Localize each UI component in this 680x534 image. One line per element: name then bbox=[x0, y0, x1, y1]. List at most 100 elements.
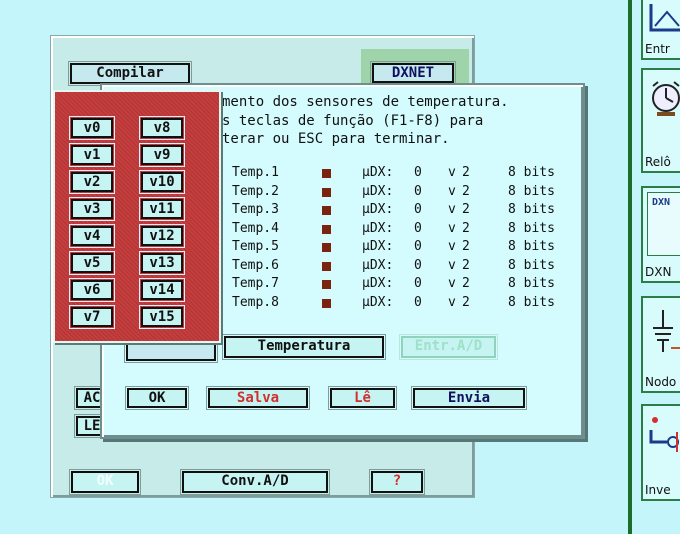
clock-icon bbox=[652, 81, 680, 116]
variable-button-v5[interactable]: v5 bbox=[69, 251, 115, 275]
sensor-name: Temp.1 bbox=[232, 165, 279, 180]
sensor-udx: µDX: bbox=[362, 183, 394, 199]
sensor-addr: 0 bbox=[414, 220, 422, 236]
palette-item-inversor[interactable]: Inve bbox=[641, 404, 680, 501]
sensor-name: Temp.3 bbox=[232, 202, 279, 217]
sensor-vnum: 2 bbox=[462, 276, 470, 291]
sensor-v: v bbox=[448, 276, 456, 291]
palette-item-entrada[interactable]: Entr bbox=[641, 0, 680, 60]
tab-entr-ad[interactable]: Entr.A/D bbox=[399, 334, 498, 360]
send-button[interactable]: Envia bbox=[411, 386, 527, 410]
variable-button-v2[interactable]: v2 bbox=[69, 170, 115, 194]
save-button[interactable]: Salva bbox=[206, 386, 310, 410]
variable-button-v12[interactable]: v12 bbox=[139, 224, 185, 248]
sensor-udx: µDX: bbox=[362, 220, 394, 236]
variable-button-v9[interactable]: v9 bbox=[139, 143, 185, 167]
variable-button-v0[interactable]: v0 bbox=[69, 116, 115, 140]
sensor-udx: µDX: bbox=[362, 294, 394, 310]
sensor-name: Temp.7 bbox=[232, 276, 279, 291]
sensor-v: v bbox=[448, 165, 456, 180]
sensor-bits: 8 bits bbox=[508, 239, 555, 254]
sensor-bits: 8 bits bbox=[508, 294, 555, 310]
variable-button-v3[interactable]: v3 bbox=[69, 197, 115, 221]
read-button[interactable]: Lê bbox=[328, 386, 397, 410]
sensor-bits: 8 bits bbox=[508, 220, 555, 236]
sensor-udx: µDX: bbox=[362, 239, 394, 254]
sensor-addr: 0 bbox=[414, 165, 422, 180]
variable-button-v4[interactable]: v4 bbox=[69, 224, 115, 248]
sensor-addr: 0 bbox=[414, 276, 422, 291]
sensor-udx: µDX: bbox=[362, 276, 394, 291]
variable-button-v1[interactable]: v1 bbox=[69, 143, 115, 167]
sensor-name: Temp.8 bbox=[232, 294, 279, 310]
sensor-name: Temp.2 bbox=[232, 183, 279, 199]
variable-button-v14[interactable]: v14 bbox=[139, 278, 185, 302]
sensor-v: v bbox=[448, 294, 456, 310]
entrada-icon bbox=[649, 4, 680, 32]
sensor-udx: µDX: bbox=[362, 165, 394, 180]
node-icon bbox=[653, 310, 680, 352]
info-line-3: terar ou ESC para terminar. bbox=[222, 131, 450, 147]
sensor-status-swatch bbox=[322, 243, 331, 252]
palette-label-inversor: Inve bbox=[645, 483, 671, 497]
variable-panel: v0 v8 v1 v9 v2 v10 v3 v11 v4 v12 v5 v13 v6 v14 v7 v15 bbox=[53, 90, 221, 343]
info-line-1: mento dos sensores de temperatura. bbox=[222, 94, 509, 110]
variable-button-v15[interactable]: v15 bbox=[139, 305, 185, 329]
sensor-addr: 0 bbox=[414, 239, 422, 254]
sensor-vnum: 2 bbox=[462, 165, 470, 180]
sensor-vnum: 2 bbox=[462, 239, 470, 254]
sensor-vnum: 2 bbox=[462, 183, 470, 199]
palette-label-relogio: Relô bbox=[645, 155, 671, 169]
palette-label-entrada: Entr bbox=[645, 42, 670, 56]
sensor-v: v bbox=[448, 239, 456, 254]
sensor-bits: 8 bits bbox=[508, 165, 555, 180]
palette-item-dxnet[interactable]: DXN DXN bbox=[641, 186, 680, 283]
info-line-2: s teclas de função (F1-F8) para bbox=[222, 113, 484, 129]
variable-button-v11[interactable]: v11 bbox=[139, 197, 185, 221]
sensor-vnum: 2 bbox=[462, 220, 470, 236]
sensor-name: Temp.4 bbox=[232, 220, 279, 236]
sensor-vnum: 2 bbox=[462, 257, 470, 273]
dxnet-icon: DXN bbox=[647, 192, 680, 256]
sensor-v: v bbox=[448, 220, 456, 236]
dxnet-button[interactable]: DXNET bbox=[370, 61, 456, 85]
variable-button-v13[interactable]: v13 bbox=[139, 251, 185, 275]
sensor-addr: 0 bbox=[414, 183, 422, 199]
sensor-status-swatch bbox=[322, 224, 331, 234]
variable-button-v8[interactable]: v8 bbox=[139, 116, 185, 140]
sensor-status-swatch bbox=[322, 187, 331, 197]
palette-item-nodo[interactable]: Nodo bbox=[641, 296, 680, 393]
sensor-status-swatch bbox=[322, 298, 331, 308]
sensor-status-swatch bbox=[322, 206, 331, 215]
sensor-name: Temp.6 bbox=[232, 257, 279, 273]
inverter-icon bbox=[649, 417, 679, 452]
variable-button-v7[interactable]: v7 bbox=[69, 305, 115, 329]
tab-temperature[interactable]: Temperatura bbox=[222, 334, 386, 360]
palette-item-relogio[interactable]: Relô bbox=[641, 68, 680, 173]
help-button[interactable]: ? bbox=[369, 469, 425, 495]
sensor-status-swatch bbox=[322, 261, 331, 271]
sensor-status-swatch bbox=[322, 169, 331, 178]
ok-button-back[interactable]: OK bbox=[69, 469, 141, 495]
sensor-addr: 0 bbox=[414, 294, 422, 310]
sensor-vnum: 2 bbox=[462, 294, 470, 310]
palette-label-nodo: Nodo bbox=[645, 375, 677, 389]
ok-button[interactable]: OK bbox=[125, 386, 189, 410]
sensor-bits: 8 bits bbox=[508, 257, 555, 273]
sensor-bits: 8 bits bbox=[508, 183, 555, 199]
conv-ad-button[interactable]: Conv.A/D bbox=[180, 469, 330, 495]
sensor-v: v bbox=[448, 183, 456, 199]
sensor-bits: 8 bits bbox=[508, 276, 555, 291]
sensor-v: v bbox=[448, 202, 456, 217]
variable-button-v10[interactable]: v10 bbox=[139, 170, 185, 194]
sensor-addr: 0 bbox=[414, 257, 422, 273]
variable-button-v6[interactable]: v6 bbox=[69, 278, 115, 302]
sensor-addr: 0 bbox=[414, 202, 422, 217]
sensor-status-swatch bbox=[322, 280, 331, 289]
sensor-udx: µDX: bbox=[362, 257, 394, 273]
sensor-name: Temp.5 bbox=[232, 239, 279, 254]
sensor-udx: µDX: bbox=[362, 202, 394, 217]
compile-button[interactable]: Compilar bbox=[68, 61, 192, 86]
sensor-bits: 8 bits bbox=[508, 202, 555, 217]
sensor-v: v bbox=[448, 257, 456, 273]
